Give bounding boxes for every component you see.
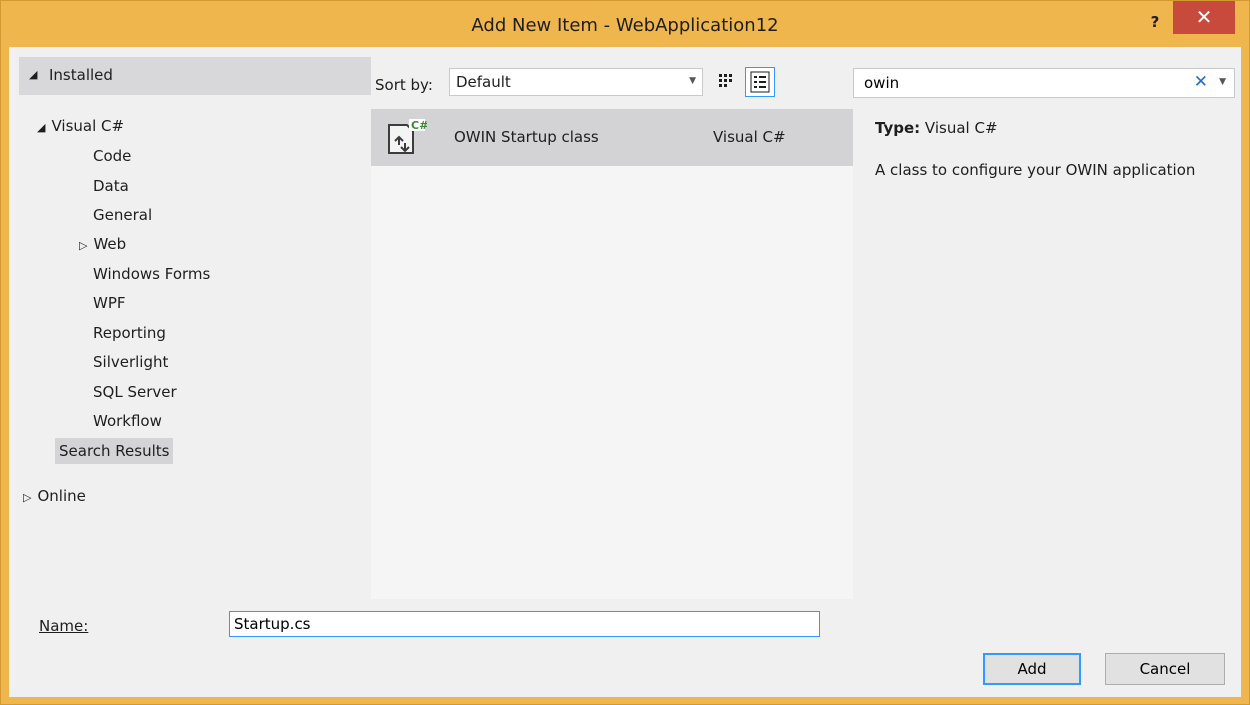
type-label: Type: — [875, 119, 921, 137]
dropdown-arrow-icon[interactable]: ▼ — [1219, 77, 1226, 87]
help-icon[interactable]: ? — [1142, 11, 1168, 33]
template-list: C# OWIN Startup class Visual C# — [371, 109, 853, 599]
dialog-title: Add New Item - WebApplication12 — [471, 15, 779, 36]
collapse-arrow-icon: ◢ — [29, 68, 38, 81]
title-bar: Add New Item - WebApplication12 ? ✕ — [1, 1, 1249, 47]
expand-arrow-icon: ▷ — [23, 491, 32, 504]
tree-item-code[interactable]: Code — [93, 143, 131, 169]
medium-icons-view-icon[interactable] — [711, 67, 741, 97]
item-type: Type: Visual C# — [875, 119, 998, 137]
tree-item-web[interactable]: ▷ Web — [79, 231, 126, 257]
expand-arrow-icon: ▷ — [79, 239, 88, 252]
svg-text:C#: C# — [411, 119, 427, 132]
dialog-body: ◢ Installed ◢ Visual C# Code Data General… — [9, 47, 1241, 697]
tree-item-data[interactable]: Data — [93, 173, 129, 199]
search-box: ✕ ▼ — [853, 68, 1235, 98]
tree-item-sql-server[interactable]: SQL Server — [93, 379, 177, 405]
category-tree: ◢ Installed ◢ Visual C# Code Data General… — [19, 47, 371, 599]
collapse-arrow-icon: ◢ — [37, 121, 46, 134]
tree-item-search-results[interactable]: Search Results — [55, 438, 174, 464]
tree-item-wpf[interactable]: WPF — [93, 290, 126, 316]
tree-item-visual-csharp[interactable]: ◢ Visual C# — [37, 113, 124, 139]
list-view-icon[interactable] — [745, 67, 775, 97]
item-description: A class to configure your OWIN applicati… — [875, 161, 1196, 179]
add-new-item-dialog: Add New Item - WebApplication12 ? ✕ ◢ In… — [0, 0, 1250, 705]
tree-item-online[interactable]: ▷ Online — [23, 483, 86, 509]
close-icon[interactable]: ✕ — [1173, 1, 1235, 34]
sort-by-label: Sort by: — [375, 76, 433, 94]
tree-item-installed[interactable]: ◢ Installed — [19, 57, 371, 95]
sort-by-select[interactable]: Default ▼ — [449, 68, 703, 96]
add-button[interactable]: Add — [983, 653, 1081, 685]
cancel-button[interactable]: Cancel — [1105, 653, 1225, 685]
tree-item-windows-forms[interactable]: Windows Forms — [93, 261, 210, 287]
csharp-file-icon: C# — [383, 117, 428, 159]
name-field[interactable] — [229, 611, 820, 637]
name-label: Name: — [39, 617, 89, 635]
dropdown-arrow-icon: ▼ — [689, 76, 696, 86]
tree-item-workflow[interactable]: Workflow — [93, 408, 162, 434]
tree-item-general[interactable]: General — [93, 202, 152, 228]
clear-search-icon[interactable]: ✕ — [1194, 72, 1208, 92]
template-item-owin-startup[interactable]: C# OWIN Startup class Visual C# — [371, 109, 853, 166]
template-item-name: OWIN Startup class — [454, 128, 599, 146]
template-item-language: Visual C# — [713, 128, 786, 146]
type-value: Visual C# — [924, 119, 998, 137]
tree-item-silverlight[interactable]: Silverlight — [93, 349, 168, 375]
search-input[interactable] — [862, 73, 1166, 93]
tree-item-reporting[interactable]: Reporting — [93, 320, 166, 346]
